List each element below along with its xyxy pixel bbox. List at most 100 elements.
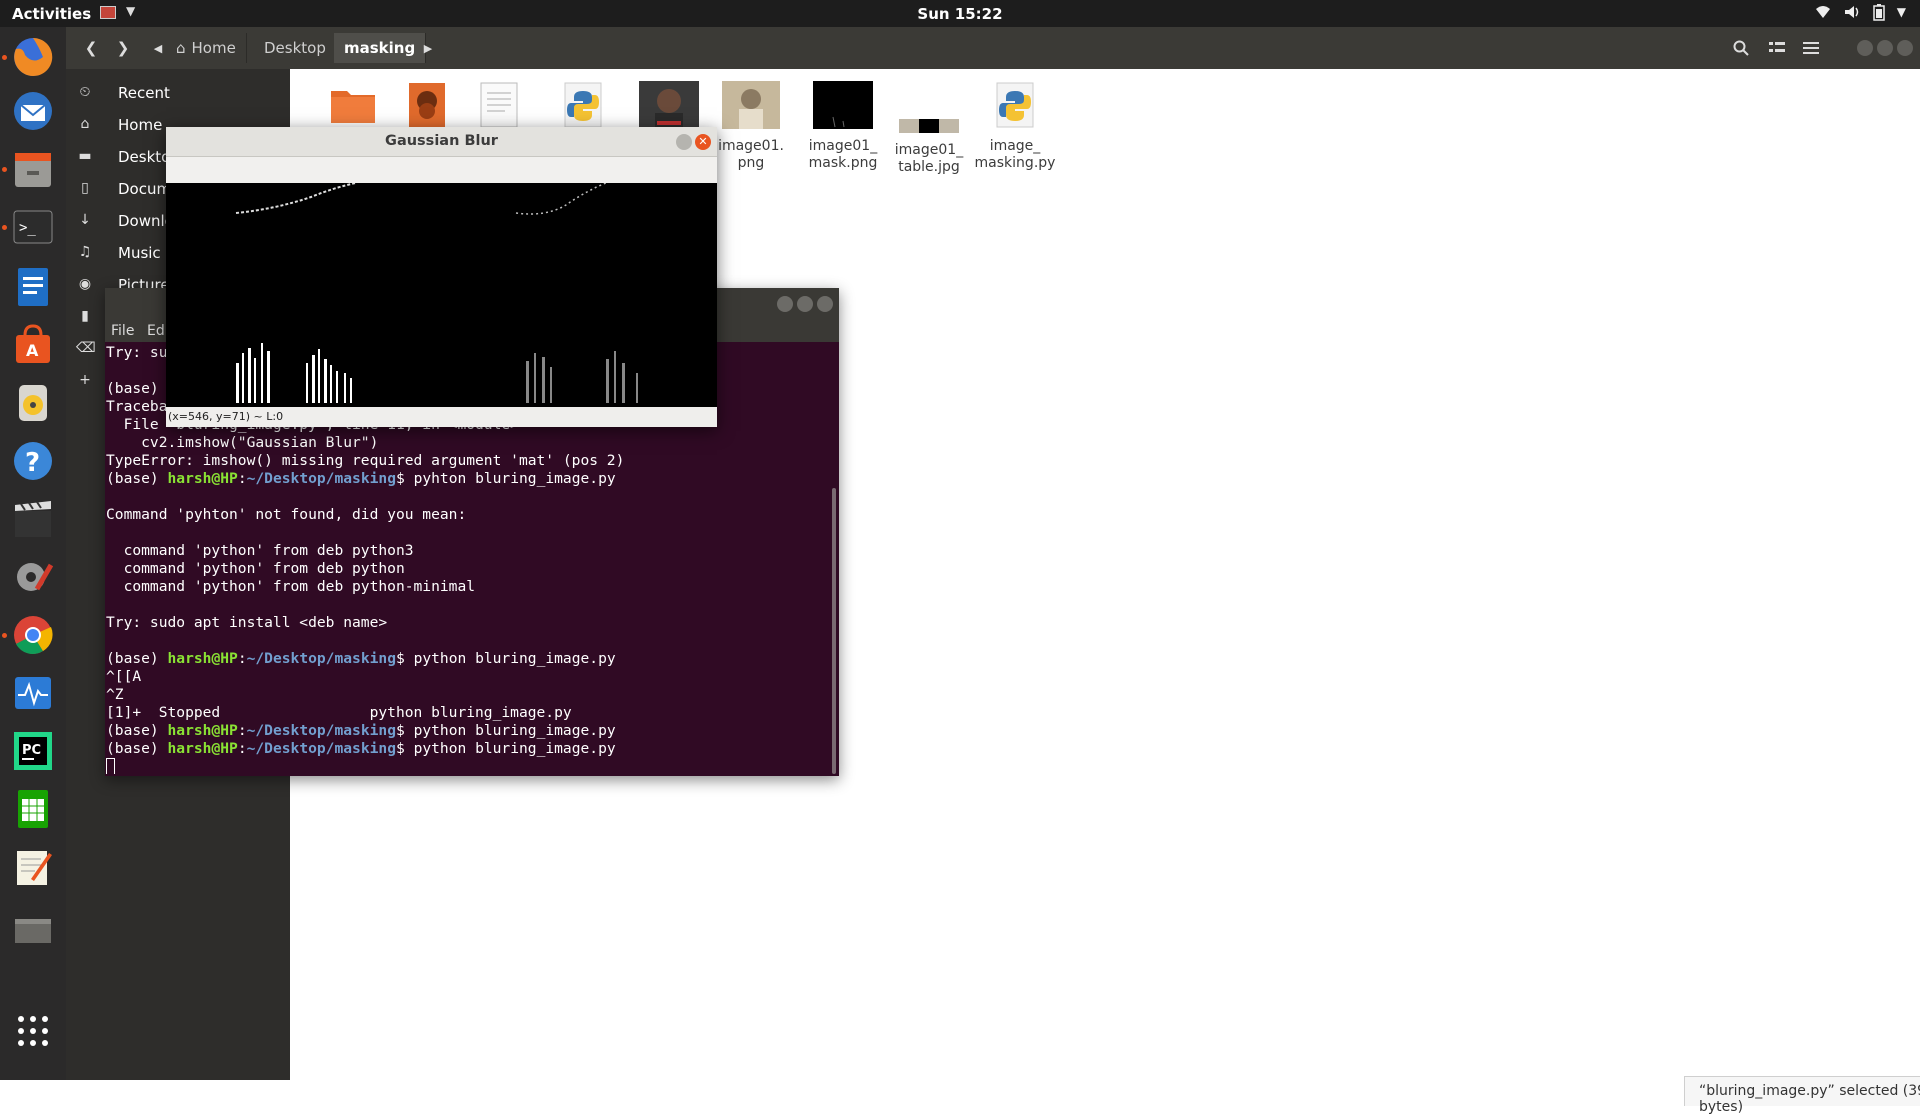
minimize-button[interactable] [1857,40,1873,56]
terminal-line [106,758,826,774]
path-right-icon[interactable]: ▶ [420,35,436,61]
terminal-line: ^Z [106,686,124,703]
sidebar-item-recent[interactable]: ⏲ Recent [66,77,290,109]
chrome-icon[interactable] [9,611,57,659]
pycharm-icon[interactable]: PC [9,727,57,775]
blur-titlebar[interactable]: Gaussian Blur ✕ [166,127,717,157]
dock: >_ A ? PC [0,27,66,1080]
terminal-line: TypeError: imshow() missing required arg… [106,452,625,469]
home-icon: ⌂ [176,39,186,57]
forward-icon[interactable]: ❯ [110,35,136,61]
rhythmbox-icon[interactable] [9,379,57,427]
terminal-text: python bluring_image.py [404,650,616,667]
blur-close-button[interactable]: ✕ [695,134,711,150]
breadcrumb-masking[interactable]: masking [334,33,427,63]
wifi-icon[interactable] [1815,3,1831,25]
blur-minimize-button[interactable] [676,134,692,150]
thunderbird-icon[interactable] [9,87,57,135]
prompt-dir: ~/Desktop/masking [246,470,396,487]
terminal-close-button[interactable] [817,296,833,312]
help-icon[interactable]: ? [9,437,57,485]
files-headerbar: ❮ ❯ ◀ ⌂ Home Desktop masking ▶ [66,27,1920,69]
music-icon: ♫ [78,244,92,260]
terminal-minimize-button[interactable] [777,296,793,312]
firefox-icon[interactable] [9,33,57,81]
system-monitor-icon[interactable] [9,669,57,717]
download-icon: ↓ [79,212,91,228]
clock[interactable]: Sun 15:22 [0,5,1920,23]
file-item[interactable]: image01. png [708,81,794,172]
terminal-icon[interactable]: >_ [9,203,57,251]
settings-icon[interactable] [9,553,57,601]
terminal-text: : [237,740,247,757]
terminal-menu-file[interactable]: File [111,323,134,339]
terminal-cursor [106,758,115,774]
text-editor-icon[interactable] [9,843,57,891]
terminal-line: (base) harsh@HP:~/Desktop/masking$ pytho… [106,740,826,758]
terminal-text: : [237,650,247,667]
file-name: image01. png [718,138,784,171]
terminal-text: pyhton bluring_image.py [404,470,616,487]
breadcrumb-home[interactable]: ⌂ Home [166,33,247,63]
videos-icon[interactable] [9,495,57,543]
terminal-text: $ [395,722,405,739]
terminal-text: : [237,470,247,487]
trash-icon: ⌫ [76,340,96,356]
system-tray[interactable]: ▼ [1815,3,1906,25]
plus-icon: + [79,372,91,388]
terminal-text: (base) [106,470,168,487]
gaussian-blur-window: Gaussian Blur ✕ (x=546, y=71) ~ L:0 [166,127,717,427]
blur-toolbar [166,157,717,183]
back-icon[interactable]: ❮ [78,35,104,61]
file-item[interactable]: image01_ mask.png [800,81,886,172]
prompt-dir: ~/Desktop/masking [246,722,396,739]
battery-icon[interactable] [1873,3,1885,25]
blurred-mask-image[interactable] [166,183,717,407]
trash-icon[interactable] [9,901,57,949]
prompt-user: harsh@HP [167,740,238,757]
terminal-maximize-button[interactable] [797,296,813,312]
prompt-user: harsh@HP [167,650,238,667]
sidebar-item-label: Recent [118,84,170,102]
path-left-icon[interactable]: ◀ [150,35,166,61]
system-menu-icon[interactable]: ▼ [1897,3,1906,25]
menu-icon[interactable] [1796,35,1826,61]
terminal-line: command 'python' from deb python [106,560,405,577]
files-icon[interactable] [9,145,57,193]
folder-icon: ▬ [78,148,92,164]
breadcrumb-desktop[interactable]: Desktop [254,33,337,63]
selection-status: “bluring_image.py” selected (399 bytes) [1684,1076,1920,1115]
search-icon[interactable] [1726,35,1756,61]
terminal-line: (base) harsh@HP:~/Desktop/masking$ pytho… [106,650,826,668]
svg-text:A: A [26,341,39,360]
software-icon[interactable]: A [9,321,57,369]
show-applications-icon[interactable] [9,1007,57,1055]
terminal-scrollbar[interactable] [832,488,836,774]
prompt-dir: ~/Desktop/masking [246,740,396,757]
photo-old-thumbnail-icon [708,81,794,134]
sidebar-item-label: Deskto [118,148,171,166]
terminal-text: python bluring_image.py [404,740,616,757]
file-item[interactable]: image_ masking.py [972,81,1058,172]
terminal-line: command 'python' from deb python-minimal [106,578,476,595]
file-name: image01_ table.jpg [894,142,964,175]
blur-window-title: Gaussian Blur [385,133,498,149]
calc-icon[interactable] [9,785,57,833]
terminal-line: ^[[A [106,668,142,685]
terminal-line: Command 'pyhton' not found, did you mean… [106,506,467,523]
svg-text:>_: >_ [19,220,36,236]
file-item[interactable]: image01_ table.jpg [886,119,972,176]
terminal-text: (base) [106,722,168,739]
terminal-text: : [237,722,247,739]
writer-icon[interactable] [9,263,57,311]
close-button[interactable] [1897,40,1913,56]
file-name: image_ masking.py [974,138,1056,171]
view-options-icon[interactable] [1762,35,1792,61]
maximize-button[interactable] [1877,40,1893,56]
blur-status: (x=546, y=71) ~ L:0 [166,407,717,427]
terminal-text: (base) [106,740,168,757]
volume-icon[interactable] [1843,3,1861,25]
